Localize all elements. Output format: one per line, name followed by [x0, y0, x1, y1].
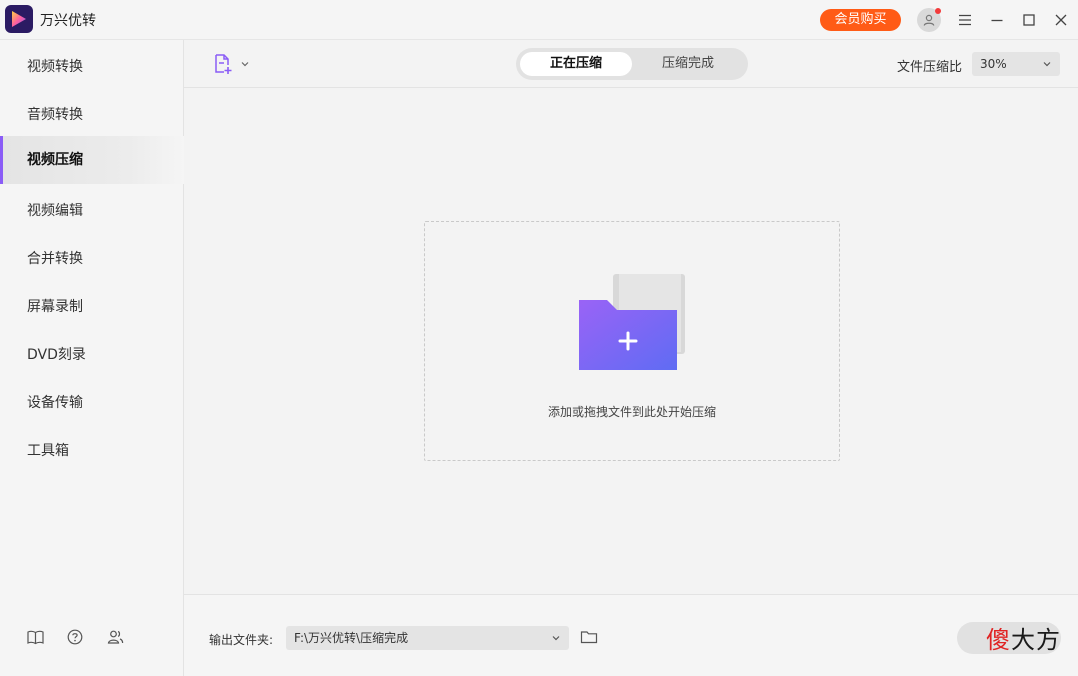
sidebar-item-audio-convert[interactable]: 音频转换 — [0, 91, 184, 139]
close-icon — [1055, 14, 1067, 26]
account-button[interactable] — [917, 8, 941, 32]
minimize-button[interactable] — [987, 10, 1007, 30]
add-file-icon — [215, 54, 232, 74]
close-button[interactable] — [1051, 10, 1071, 30]
sidebar-item-video-convert[interactable]: 视频转换 — [0, 43, 184, 91]
compression-ratio-label: 文件压缩比 — [897, 60, 963, 75]
main-toolbar: 正在压缩 压缩完成 文件压缩比 30% — [184, 40, 1078, 88]
chevron-down-icon — [1043, 62, 1051, 67]
app-logo-icon — [5, 5, 33, 33]
folder-icon — [580, 631, 598, 644]
bottom-bar: 输出文件夹: F:\万兴优转\压缩完成 — [184, 594, 1078, 676]
app-title: 万兴优转 — [40, 13, 96, 29]
help-icon[interactable] — [66, 628, 84, 646]
sidebar-item-screen-record[interactable]: 屏幕录制 — [0, 283, 184, 331]
book-icon[interactable] — [26, 628, 44, 646]
notification-dot — [935, 8, 941, 14]
chevron-down-icon — [241, 62, 249, 67]
sidebar: 视频转换 音频转换 视频压缩 视频编辑 合并转换 屏幕录制 DVD刻录 设备传输… — [0, 40, 184, 676]
maximize-icon — [1023, 14, 1035, 26]
menu-button[interactable] — [955, 10, 975, 30]
sidebar-item-dvd-burn[interactable]: DVD刻录 — [0, 331, 184, 379]
drop-zone-hint: 添加或拖拽文件到此处开始压缩 — [547, 405, 716, 419]
sidebar-item-video-edit[interactable]: 视频编辑 — [0, 187, 184, 235]
tab-compressing[interactable]: 正在压缩 — [520, 52, 632, 76]
user-icon — [923, 14, 935, 26]
watermark-red-char: 傻 — [986, 626, 1011, 654]
add-folder-icon — [579, 274, 685, 370]
watermark-rest: 大方 — [1011, 626, 1061, 654]
open-folder-button[interactable] — [580, 629, 598, 645]
sidebar-item-toolbox[interactable]: 工具箱 — [0, 427, 184, 475]
status-segmented-control: 正在压缩 压缩完成 — [516, 48, 748, 80]
menu-icon — [959, 14, 971, 26]
watermark: 傻大方 — [986, 620, 1061, 655]
output-folder-path: F:\万兴优转\压缩完成 — [294, 631, 409, 645]
output-folder-label: 输出文件夹: — [209, 633, 274, 647]
minimize-icon — [991, 19, 1003, 22]
title-bar: 万兴优转 会员购买 — [0, 0, 1078, 40]
sidebar-item-merge-convert[interactable]: 合并转换 — [0, 235, 184, 283]
add-file-button[interactable] — [212, 52, 252, 76]
output-folder-select[interactable]: F:\万兴优转\压缩完成 — [286, 626, 569, 650]
users-icon[interactable] — [106, 628, 124, 646]
sidebar-item-device-transfer[interactable]: 设备传输 — [0, 379, 184, 427]
file-drop-zone[interactable]: 添加或拖拽文件到此处开始压缩 — [424, 221, 840, 461]
chevron-down-icon — [552, 636, 560, 641]
compression-ratio-value: 30% — [980, 57, 1007, 71]
compression-ratio-select[interactable]: 30% — [972, 52, 1060, 76]
vip-purchase-button[interactable]: 会员购买 — [820, 9, 901, 31]
sidebar-item-video-compress[interactable]: 视频压缩 — [0, 136, 184, 184]
tab-compressed[interactable]: 压缩完成 — [632, 52, 744, 76]
maximize-button[interactable] — [1019, 10, 1039, 30]
